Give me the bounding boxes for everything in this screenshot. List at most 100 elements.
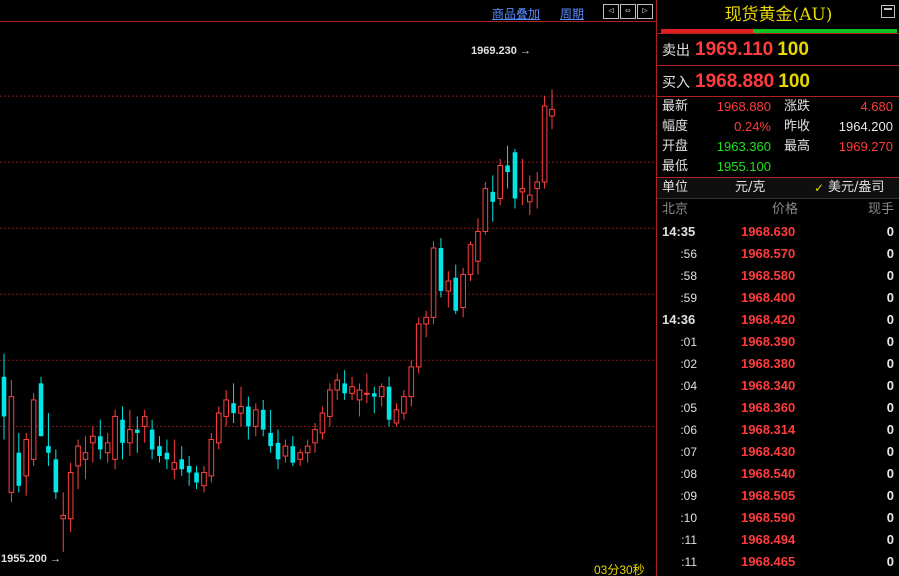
candle	[408, 360, 415, 407]
candle-body	[231, 403, 236, 414]
candle-body	[30, 399, 37, 460]
candle	[460, 267, 466, 318]
candle-body	[490, 191, 496, 202]
candle	[438, 238, 444, 298]
candle	[371, 386, 377, 414]
tick-volume: 0	[886, 246, 894, 261]
candle	[231, 383, 236, 424]
candle-body	[186, 465, 192, 473]
candle-body	[8, 396, 15, 493]
candle	[534, 172, 540, 209]
candle-body	[371, 393, 377, 397]
candle	[475, 218, 481, 275]
candle-body	[475, 231, 481, 262]
unit-option-usd-per-ounce[interactable]: 美元/盎司	[828, 178, 884, 198]
latest-label: 最新	[662, 99, 689, 114]
candle-body	[356, 389, 363, 401]
unit-option-cny-per-gram[interactable]: 元/克	[735, 178, 765, 198]
unit-label: 单位	[662, 180, 689, 195]
tick-price: 1968.570	[741, 246, 796, 261]
tick-price: 1968.390	[741, 334, 796, 349]
candle-body	[46, 446, 51, 453]
chart-high-label: 1969.230 →	[471, 45, 531, 57]
candle-body	[16, 452, 22, 486]
tick-volume: 0	[886, 356, 894, 371]
candle-body	[223, 399, 229, 417]
candle	[38, 376, 44, 437]
candle-body	[215, 412, 222, 444]
candle	[16, 432, 22, 493]
tick-row: :02 1968.380 0	[657, 353, 899, 375]
candle-body	[401, 396, 407, 414]
candle-body	[304, 445, 311, 454]
sell-price: 1969.110	[695, 38, 774, 60]
candle-body	[334, 379, 341, 391]
range-label: 幅度	[662, 119, 689, 134]
candle	[467, 241, 474, 282]
minimize-icon[interactable]	[881, 5, 895, 18]
candle-body	[386, 386, 392, 420]
candle	[334, 373, 341, 400]
candle	[8, 380, 15, 503]
tick-list[interactable]: 14:35 1968.630 0:56 1968.570 0:58 1968.580 0:5…	[657, 221, 899, 573]
prev-close-value: 1964.200	[838, 119, 893, 134]
tick-time: :11	[681, 555, 697, 569]
tick-price: 1968.360	[741, 400, 796, 415]
candle	[541, 96, 548, 189]
tick-volume: 0	[886, 400, 894, 415]
tick-volume: 0	[886, 312, 894, 327]
candle-body	[164, 452, 170, 460]
tick-volume: 0	[886, 224, 894, 239]
candle-body	[438, 248, 444, 291]
latest-value: 1968.880	[716, 99, 771, 114]
candle	[526, 175, 533, 215]
ticks-header-price: 价格	[772, 202, 799, 217]
ticks-header: 北京 价格 现手	[657, 199, 899, 221]
prev-close-label: 昨收	[784, 119, 811, 134]
candle	[97, 419, 103, 460]
candle	[349, 376, 355, 400]
sell-label: 卖出	[662, 42, 690, 59]
tick-volume: 0	[886, 466, 894, 481]
tick-time: :01	[680, 335, 697, 349]
candle-body	[453, 277, 459, 311]
tick-volume: 0	[886, 378, 894, 393]
candle	[290, 436, 296, 466]
tick-volume: 0	[886, 422, 894, 437]
candle	[23, 432, 30, 496]
tick-row: :05 1968.360 0	[657, 397, 899, 419]
tick-time: 14:35	[662, 224, 696, 239]
tick-row: :08 1968.540 0	[657, 463, 899, 485]
candle	[46, 413, 51, 466]
candle-body	[179, 459, 185, 470]
candle-body	[505, 165, 510, 173]
candle	[423, 310, 429, 338]
candle-body	[82, 452, 89, 460]
candle-body	[512, 152, 518, 199]
candle-body	[393, 409, 400, 424]
candle-body	[1, 376, 7, 417]
tick-price: 1968.400	[741, 290, 796, 305]
candle-body	[260, 409, 266, 430]
candlestick-chart-panel[interactable]: 商品叠加 周期 ◁ ⇔ ▷ 1969.230 → 1955.200 → 03分3…	[0, 0, 656, 576]
candle	[430, 241, 437, 324]
tick-time: 14:36	[662, 312, 696, 327]
candle	[157, 436, 162, 463]
tick-volume: 0	[886, 554, 894, 569]
tick-row: :09 1968.505 0	[657, 485, 899, 507]
tick-row: :58 1968.580 0	[657, 265, 899, 287]
candle-body	[23, 439, 30, 477]
candle	[120, 406, 125, 460]
candle-body	[53, 459, 59, 493]
ticks-header-time: 北京	[662, 202, 689, 217]
tick-price: 1968.630	[741, 224, 796, 239]
buy-row: 买入 1968.880 100	[657, 65, 899, 97]
change-label: 涨跌	[784, 99, 811, 114]
candle-body	[541, 105, 548, 183]
tick-time: :11	[681, 533, 697, 547]
candle	[246, 396, 251, 440]
tick-time: :09	[680, 489, 697, 503]
tick-price: 1968.465	[741, 554, 796, 569]
candle-body	[75, 445, 81, 467]
candle	[82, 436, 89, 480]
